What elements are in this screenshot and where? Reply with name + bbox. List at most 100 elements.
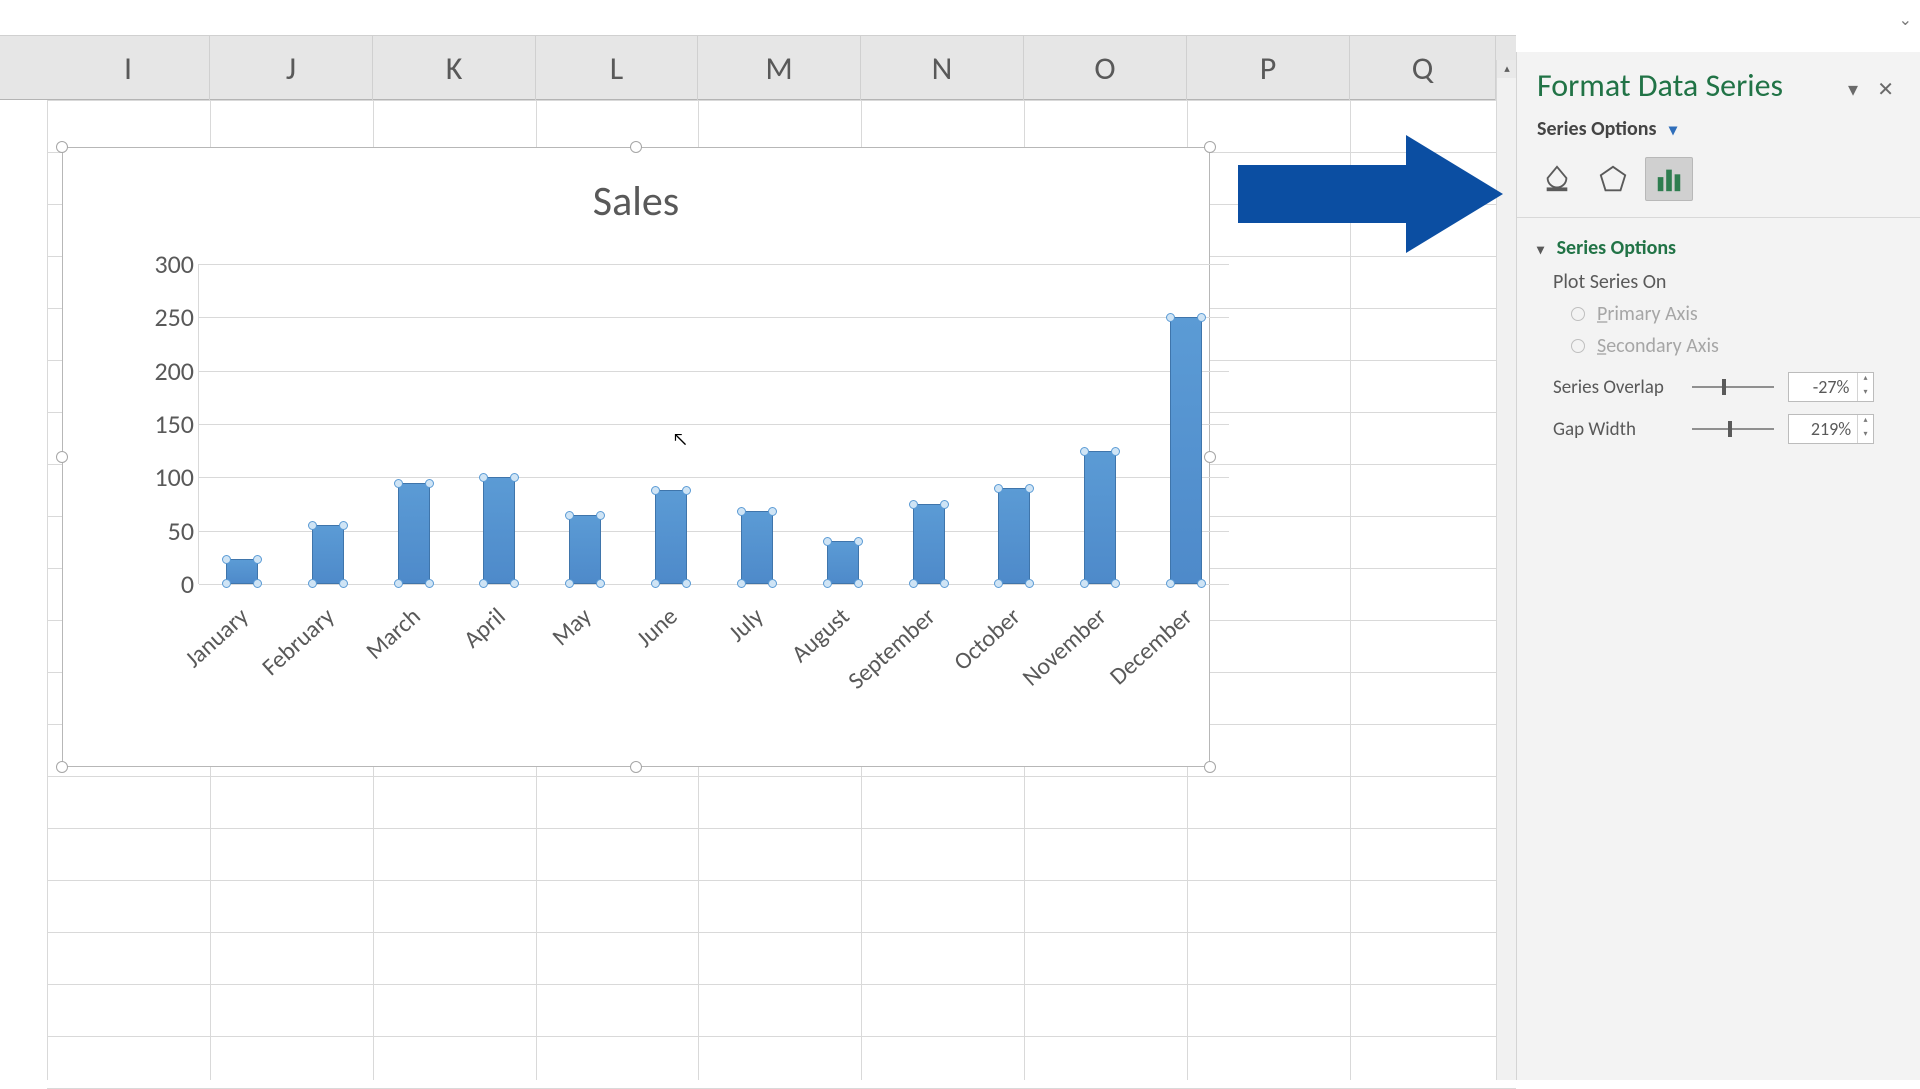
data-point-handle xyxy=(682,579,691,588)
column-header[interactable]: M xyxy=(698,36,861,101)
column-header[interactable]: Q xyxy=(1350,36,1496,101)
gap-width-value: 219% xyxy=(1811,418,1851,440)
selection-handle[interactable] xyxy=(1204,761,1216,773)
chevron-down-icon: ▾ xyxy=(1669,121,1677,140)
data-point-handle xyxy=(253,555,262,564)
spinner-up-icon[interactable]: ▴ xyxy=(1858,415,1873,429)
ribbon-collapse-caret[interactable]: ⌄ xyxy=(1899,10,1912,30)
data-point-handle xyxy=(565,579,574,588)
chart-object[interactable]: Sales 050100150200250300 JanuaryFebruary… xyxy=(62,147,1210,767)
spinner-down-icon[interactable]: ▾ xyxy=(1858,429,1873,443)
column-header[interactable]: K xyxy=(373,36,536,101)
data-point-handle xyxy=(1111,447,1120,456)
data-bar[interactable] xyxy=(1084,451,1116,584)
data-bar[interactable] xyxy=(827,541,859,584)
data-point-handle xyxy=(651,486,660,495)
y-tick-label: 100 xyxy=(139,461,194,493)
data-point-handle xyxy=(1166,579,1175,588)
scroll-up-icon[interactable]: ▴ xyxy=(1497,60,1517,78)
series-options-section-header[interactable]: ▾ Series Options xyxy=(1517,230,1920,266)
secondary-axis-label: econdary Axis xyxy=(1606,334,1719,358)
data-point-handle xyxy=(222,579,231,588)
spinner-down-icon[interactable]: ▾ xyxy=(1858,387,1873,401)
data-point-handle xyxy=(1166,313,1175,322)
column-header[interactable]: J xyxy=(210,36,373,101)
series-options-icon[interactable] xyxy=(1645,157,1693,201)
selection-handle[interactable] xyxy=(630,761,642,773)
y-tick-label: 150 xyxy=(139,408,194,440)
data-point-handle xyxy=(737,579,746,588)
data-point-handle xyxy=(425,579,434,588)
data-point-handle xyxy=(479,473,488,482)
secondary-axis-radio[interactable]: Secondary Axis xyxy=(1517,330,1920,362)
series-options-label: Series Options xyxy=(1537,117,1656,141)
column-header[interactable]: L xyxy=(536,36,698,101)
gap-width-input[interactable]: 219% ▴▾ xyxy=(1788,414,1874,444)
data-point-handle xyxy=(425,479,434,488)
data-point-handle xyxy=(253,579,262,588)
data-point-handle xyxy=(823,537,832,546)
radio-icon xyxy=(1571,339,1585,353)
data-point-handle xyxy=(909,500,918,509)
data-bar[interactable] xyxy=(312,525,344,584)
y-tick-label: 0 xyxy=(139,568,194,600)
y-tick-label: 250 xyxy=(139,301,194,333)
column-header[interactable]: N xyxy=(861,36,1024,101)
column-headers: IJKLMNOPQ xyxy=(0,35,1516,100)
series-overlap-control[interactable]: Series Overlap -27% ▴▾ xyxy=(1517,362,1920,404)
series-overlap-input[interactable]: -27% ▴▾ xyxy=(1788,372,1874,402)
series-options-dropdown[interactable]: Series Options ▾ xyxy=(1517,111,1920,155)
gap-width-control[interactable]: Gap Width 219% ▴▾ xyxy=(1517,404,1920,446)
data-bar[interactable] xyxy=(998,488,1030,584)
y-tick-label: 50 xyxy=(139,515,194,547)
column-header[interactable]: O xyxy=(1024,36,1187,101)
x-axis[interactable]: JanuaryFebruaryMarchAprilMayJuneJulyAugu… xyxy=(198,596,1228,726)
selection-handle[interactable] xyxy=(56,141,68,153)
chart-title[interactable]: Sales xyxy=(63,176,1209,227)
pane-options-caret-icon[interactable]: ▾ xyxy=(1842,78,1864,102)
data-point-handle xyxy=(1111,579,1120,588)
data-point-handle xyxy=(510,579,519,588)
data-point-handle xyxy=(768,579,777,588)
data-bar[interactable] xyxy=(741,511,773,584)
data-bar[interactable] xyxy=(226,559,258,584)
data-point-handle xyxy=(394,479,403,488)
data-point-handle xyxy=(596,511,605,520)
data-bar[interactable] xyxy=(398,483,430,584)
format-pane: Format Data Series ▾ ✕ Series Options ▾ … xyxy=(1516,52,1920,1080)
fill-and-line-icon[interactable] xyxy=(1533,157,1581,201)
data-point-handle xyxy=(854,579,863,588)
data-bar[interactable] xyxy=(1170,317,1202,584)
data-point-handle xyxy=(1197,313,1206,322)
column-header[interactable]: P xyxy=(1187,36,1350,101)
data-bar[interactable] xyxy=(913,504,945,584)
column-header[interactable]: I xyxy=(47,36,210,101)
spinner-up-icon[interactable]: ▴ xyxy=(1858,373,1873,387)
primary-axis-radio[interactable]: Primary Axis xyxy=(1517,298,1920,330)
vertical-scrollbar[interactable]: ▴ xyxy=(1496,60,1516,1080)
plot-series-on-label: Plot Series On xyxy=(1517,266,1920,298)
data-bar[interactable] xyxy=(655,490,687,584)
data-point-handle xyxy=(1080,447,1089,456)
data-bar[interactable] xyxy=(483,477,515,584)
primary-axis-label: rimary Axis xyxy=(1607,302,1697,326)
selection-handle[interactable] xyxy=(1204,451,1216,463)
data-point-handle xyxy=(339,521,348,530)
data-point-handle xyxy=(479,579,488,588)
data-point-handle xyxy=(596,579,605,588)
data-point-handle xyxy=(940,579,949,588)
selection-handle[interactable] xyxy=(56,761,68,773)
worksheet[interactable]: IJKLMNOPQ ▴ Sales 050100150200250300 Jan… xyxy=(0,0,1516,1080)
data-point-handle xyxy=(339,579,348,588)
data-point-handle xyxy=(510,473,519,482)
effects-icon[interactable] xyxy=(1589,157,1637,201)
data-point-handle xyxy=(940,500,949,509)
pane-title-bar: Format Data Series ▾ ✕ xyxy=(1517,52,1920,111)
data-point-handle xyxy=(768,507,777,516)
selection-handle[interactable] xyxy=(630,141,642,153)
plot-area[interactable]: 050100150200250300 JanuaryFebruaryMarchA… xyxy=(198,264,1238,739)
pane-close-icon[interactable]: ✕ xyxy=(1871,78,1900,102)
data-bar[interactable] xyxy=(569,515,601,584)
selection-handle[interactable] xyxy=(56,451,68,463)
selection-handle[interactable] xyxy=(1204,141,1216,153)
